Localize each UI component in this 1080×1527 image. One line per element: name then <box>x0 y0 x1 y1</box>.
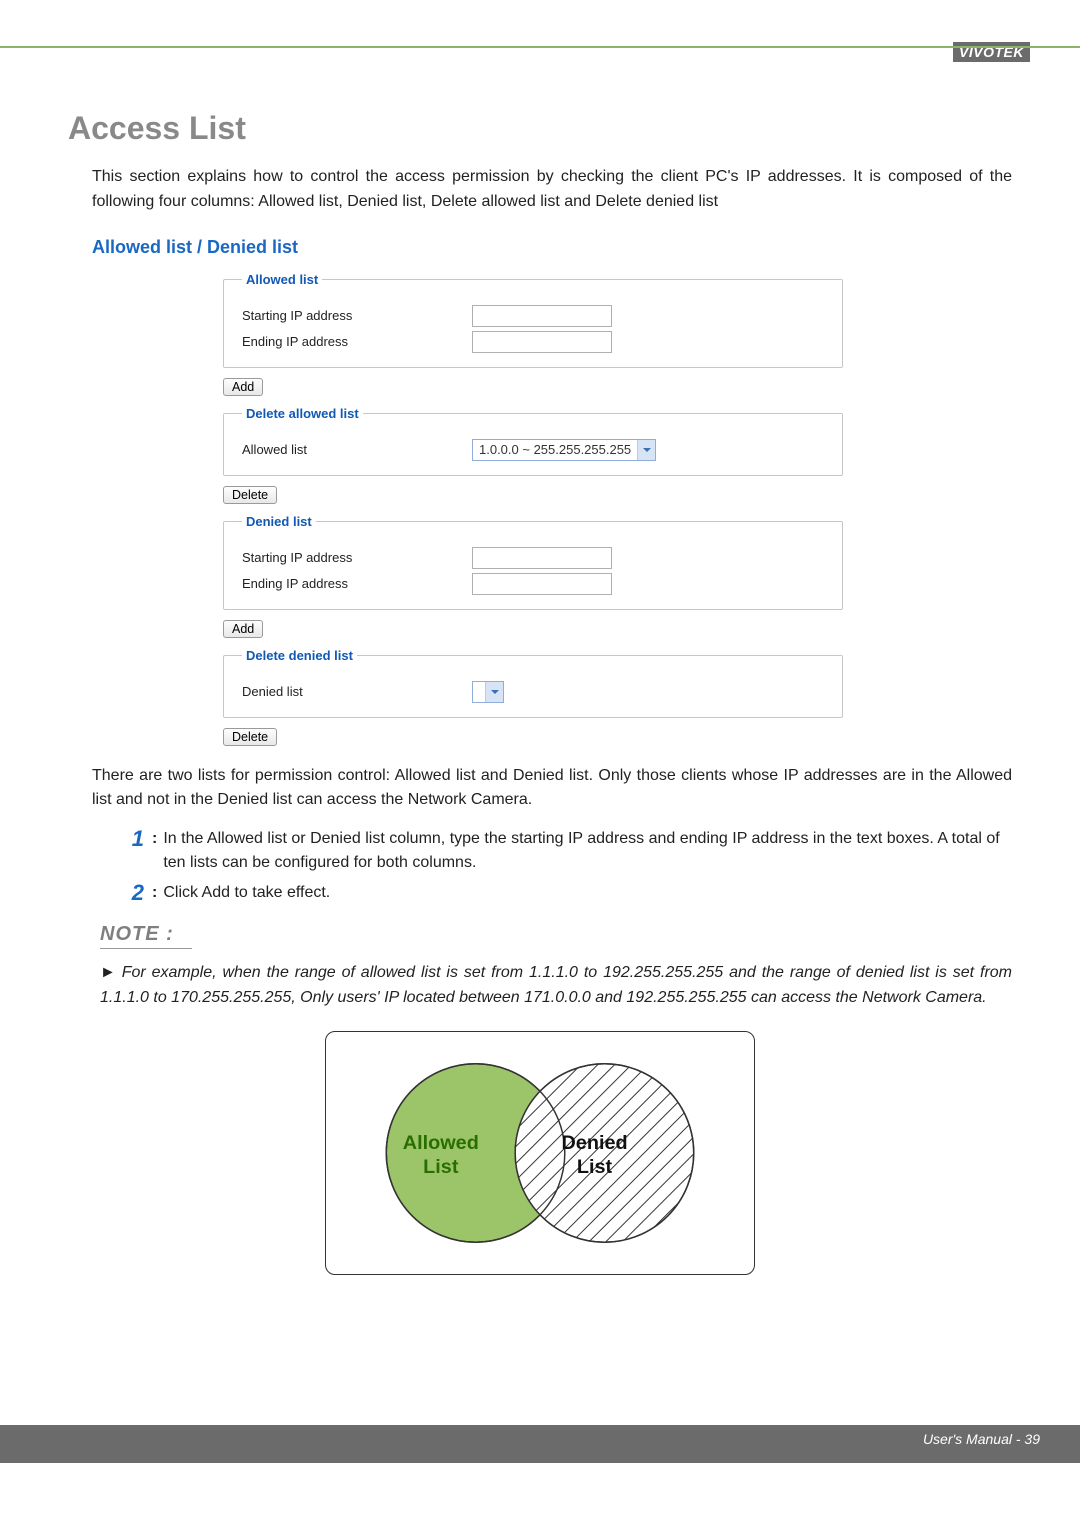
allowed-list-legend: Allowed list <box>242 272 322 287</box>
step-number: 2 <box>120 881 144 905</box>
allowed-end-input[interactable] <box>472 331 612 353</box>
svg-text:Denied: Denied <box>561 1132 627 1154</box>
steps-list: 1 : In the Allowed list or Denied list c… <box>120 827 1012 905</box>
denied-add-button[interactable]: Add <box>223 620 263 638</box>
delete-allowed-legend: Delete allowed list <box>242 406 363 421</box>
step-1: 1 : In the Allowed list or Denied list c… <box>120 827 1012 875</box>
denied-end-label: Ending IP address <box>242 576 472 591</box>
explanation-paragraph: There are two lists for permission contr… <box>92 764 1012 814</box>
delete-allowed-label: Allowed list <box>242 442 472 457</box>
svg-text:Allowed: Allowed <box>403 1132 479 1154</box>
allowed-start-label: Starting IP address <box>242 308 472 323</box>
footer-text: User's Manual - 39 <box>923 1431 1040 1447</box>
step-text: In the Allowed list or Denied list colum… <box>163 827 1012 875</box>
denied-start-label: Starting IP address <box>242 550 472 565</box>
denied-list-group: Denied list Starting IP address Ending I… <box>223 514 843 610</box>
delete-denied-group: Delete denied list Denied list <box>223 648 843 718</box>
page-title: Access List <box>68 110 1012 147</box>
page-footer: User's Manual - 39 <box>0 1425 1080 1463</box>
delete-denied-legend: Delete denied list <box>242 648 357 663</box>
allowed-list-select[interactable]: 1.0.0.0 ~ 255.255.255.255 <box>472 439 656 461</box>
step-text: Click Add to take effect. <box>163 881 1012 905</box>
allowed-add-button[interactable]: Add <box>223 378 263 396</box>
allowed-end-label: Ending IP address <box>242 334 472 349</box>
chevron-down-icon <box>637 440 655 460</box>
header-divider <box>0 46 1080 48</box>
chevron-down-icon <box>485 682 503 702</box>
allowed-list-selected: 1.0.0.0 ~ 255.255.255.255 <box>479 442 637 457</box>
allowed-list-group: Allowed list Starting IP address Ending … <box>223 272 843 368</box>
section-subtitle: Allowed list / Denied list <box>92 237 1012 258</box>
delete-denied-label: Denied list <box>242 684 472 699</box>
note-body: ► For example, when the range of allowed… <box>100 961 1012 1011</box>
svg-text:List: List <box>577 1156 613 1178</box>
denied-end-input[interactable] <box>472 573 612 595</box>
note-heading: NOTE : <box>100 923 1012 949</box>
denied-list-select[interactable] <box>472 681 504 703</box>
access-list-panel: Allowed list Starting IP address Ending … <box>223 272 843 746</box>
denied-list-legend: Denied list <box>242 514 316 529</box>
step-2: 2 : Click Add to take effect. <box>120 881 1012 905</box>
brand-label: VIVOTEK <box>953 42 1030 62</box>
denied-start-input[interactable] <box>472 547 612 569</box>
allowed-delete-button[interactable]: Delete <box>223 486 277 504</box>
allowed-start-input[interactable] <box>472 305 612 327</box>
delete-allowed-group: Delete allowed list Allowed list 1.0.0.0… <box>223 406 843 476</box>
svg-text:List: List <box>423 1156 459 1178</box>
intro-paragraph: This section explains how to control the… <box>92 165 1012 215</box>
denied-delete-button[interactable]: Delete <box>223 728 277 746</box>
venn-diagram: Allowed List Denied List <box>325 1031 755 1275</box>
step-number: 1 <box>120 827 144 851</box>
